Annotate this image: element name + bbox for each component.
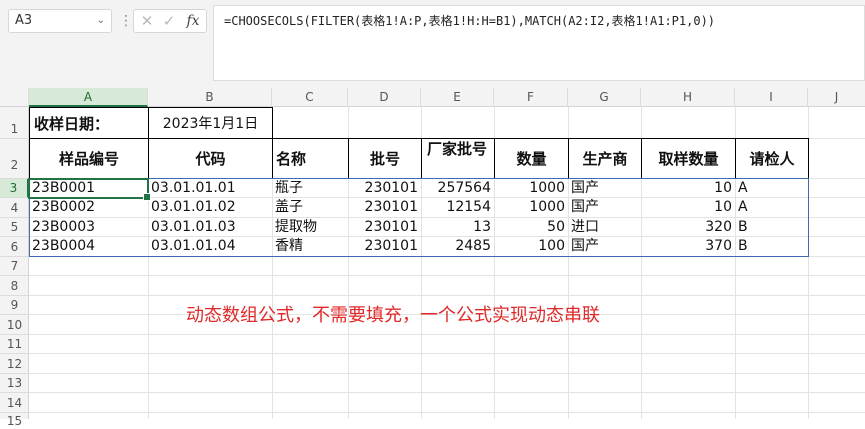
row-headers: 1 2 3 4 5 6 7 8 9 10 11 12 13 14 15 bbox=[0, 107, 29, 428]
column-header-h[interactable]: H bbox=[641, 88, 735, 107]
column-header-i[interactable]: I bbox=[735, 88, 808, 107]
date-value[interactable]: 2023年1月1日 bbox=[149, 107, 272, 138]
more-vertical-icon[interactable]: ⋮ bbox=[119, 10, 133, 32]
column-header-d[interactable]: D bbox=[348, 88, 421, 107]
date-label[interactable]: 收样日期： bbox=[30, 107, 148, 138]
row-header-15[interactable]: 15 bbox=[0, 413, 29, 428]
column-header-c[interactable]: C bbox=[272, 88, 348, 107]
select-all-corner[interactable] bbox=[0, 88, 29, 107]
row-header-7[interactable]: 7 bbox=[0, 257, 29, 276]
chevron-down-icon[interactable]: ⌄ bbox=[97, 10, 105, 32]
row-header-2[interactable]: 2 bbox=[0, 139, 29, 179]
function-icon[interactable]: fx bbox=[182, 10, 204, 32]
annotation-text: 动态数组公式，不需要填充，一个公式实现动态串联 bbox=[186, 305, 600, 326]
confirm-icon[interactable]: ✓ bbox=[158, 10, 180, 32]
name-box[interactable]: A3 ⌄ bbox=[8, 9, 112, 33]
header-code[interactable]: 代码 bbox=[149, 139, 272, 178]
row-header-12[interactable]: 12 bbox=[0, 354, 29, 374]
header-vendor-batch[interactable]: 厂家批号 bbox=[425, 139, 489, 178]
header-manufacturer[interactable]: 生产商 bbox=[569, 139, 641, 178]
column-header-j[interactable]: J bbox=[808, 88, 865, 107]
row-header-4[interactable]: 4 bbox=[0, 198, 29, 218]
active-cell-selection[interactable] bbox=[28, 178, 151, 201]
column-header-a[interactable]: A bbox=[29, 88, 148, 107]
column-header-e[interactable]: E bbox=[421, 88, 494, 107]
column-headers: A B C D E F G H I J bbox=[0, 88, 865, 107]
row-header-3[interactable]: 3 bbox=[0, 179, 29, 198]
column-header-b[interactable]: B bbox=[148, 88, 272, 107]
row-header-1[interactable]: 1 bbox=[0, 107, 29, 139]
row-header-14[interactable]: 14 bbox=[0, 393, 29, 413]
fill-handle[interactable] bbox=[143, 193, 151, 201]
header-batch[interactable]: 批号 bbox=[349, 139, 421, 178]
row-header-5[interactable]: 5 bbox=[0, 218, 29, 237]
column-header-f[interactable]: F bbox=[494, 88, 568, 107]
row-header-8[interactable]: 8 bbox=[0, 276, 29, 296]
name-box-value: A3 bbox=[15, 13, 33, 28]
row-header-10[interactable]: 10 bbox=[0, 315, 29, 335]
row-header-13[interactable]: 13 bbox=[0, 374, 29, 393]
row-header-9[interactable]: 9 bbox=[0, 296, 29, 315]
header-name[interactable]: 名称 bbox=[273, 139, 348, 178]
header-sample-id[interactable]: 样品编号 bbox=[30, 139, 148, 178]
cancel-icon[interactable]: ✕ bbox=[136, 10, 158, 32]
formula-buttons: ✕ ✓ fx bbox=[133, 9, 207, 33]
formula-input[interactable]: =CHOOSECOLS(FILTER(表格1!A:P,表格1!H:H=B1),M… bbox=[213, 5, 865, 81]
header-quantity[interactable]: 数量 bbox=[495, 139, 568, 178]
header-requester[interactable]: 请检人 bbox=[736, 139, 808, 178]
row-header-6[interactable]: 6 bbox=[0, 237, 29, 257]
row-header-11[interactable]: 11 bbox=[0, 335, 29, 354]
column-header-g[interactable]: G bbox=[568, 88, 641, 107]
header-sample-qty[interactable]: 取样数量 bbox=[642, 139, 735, 178]
